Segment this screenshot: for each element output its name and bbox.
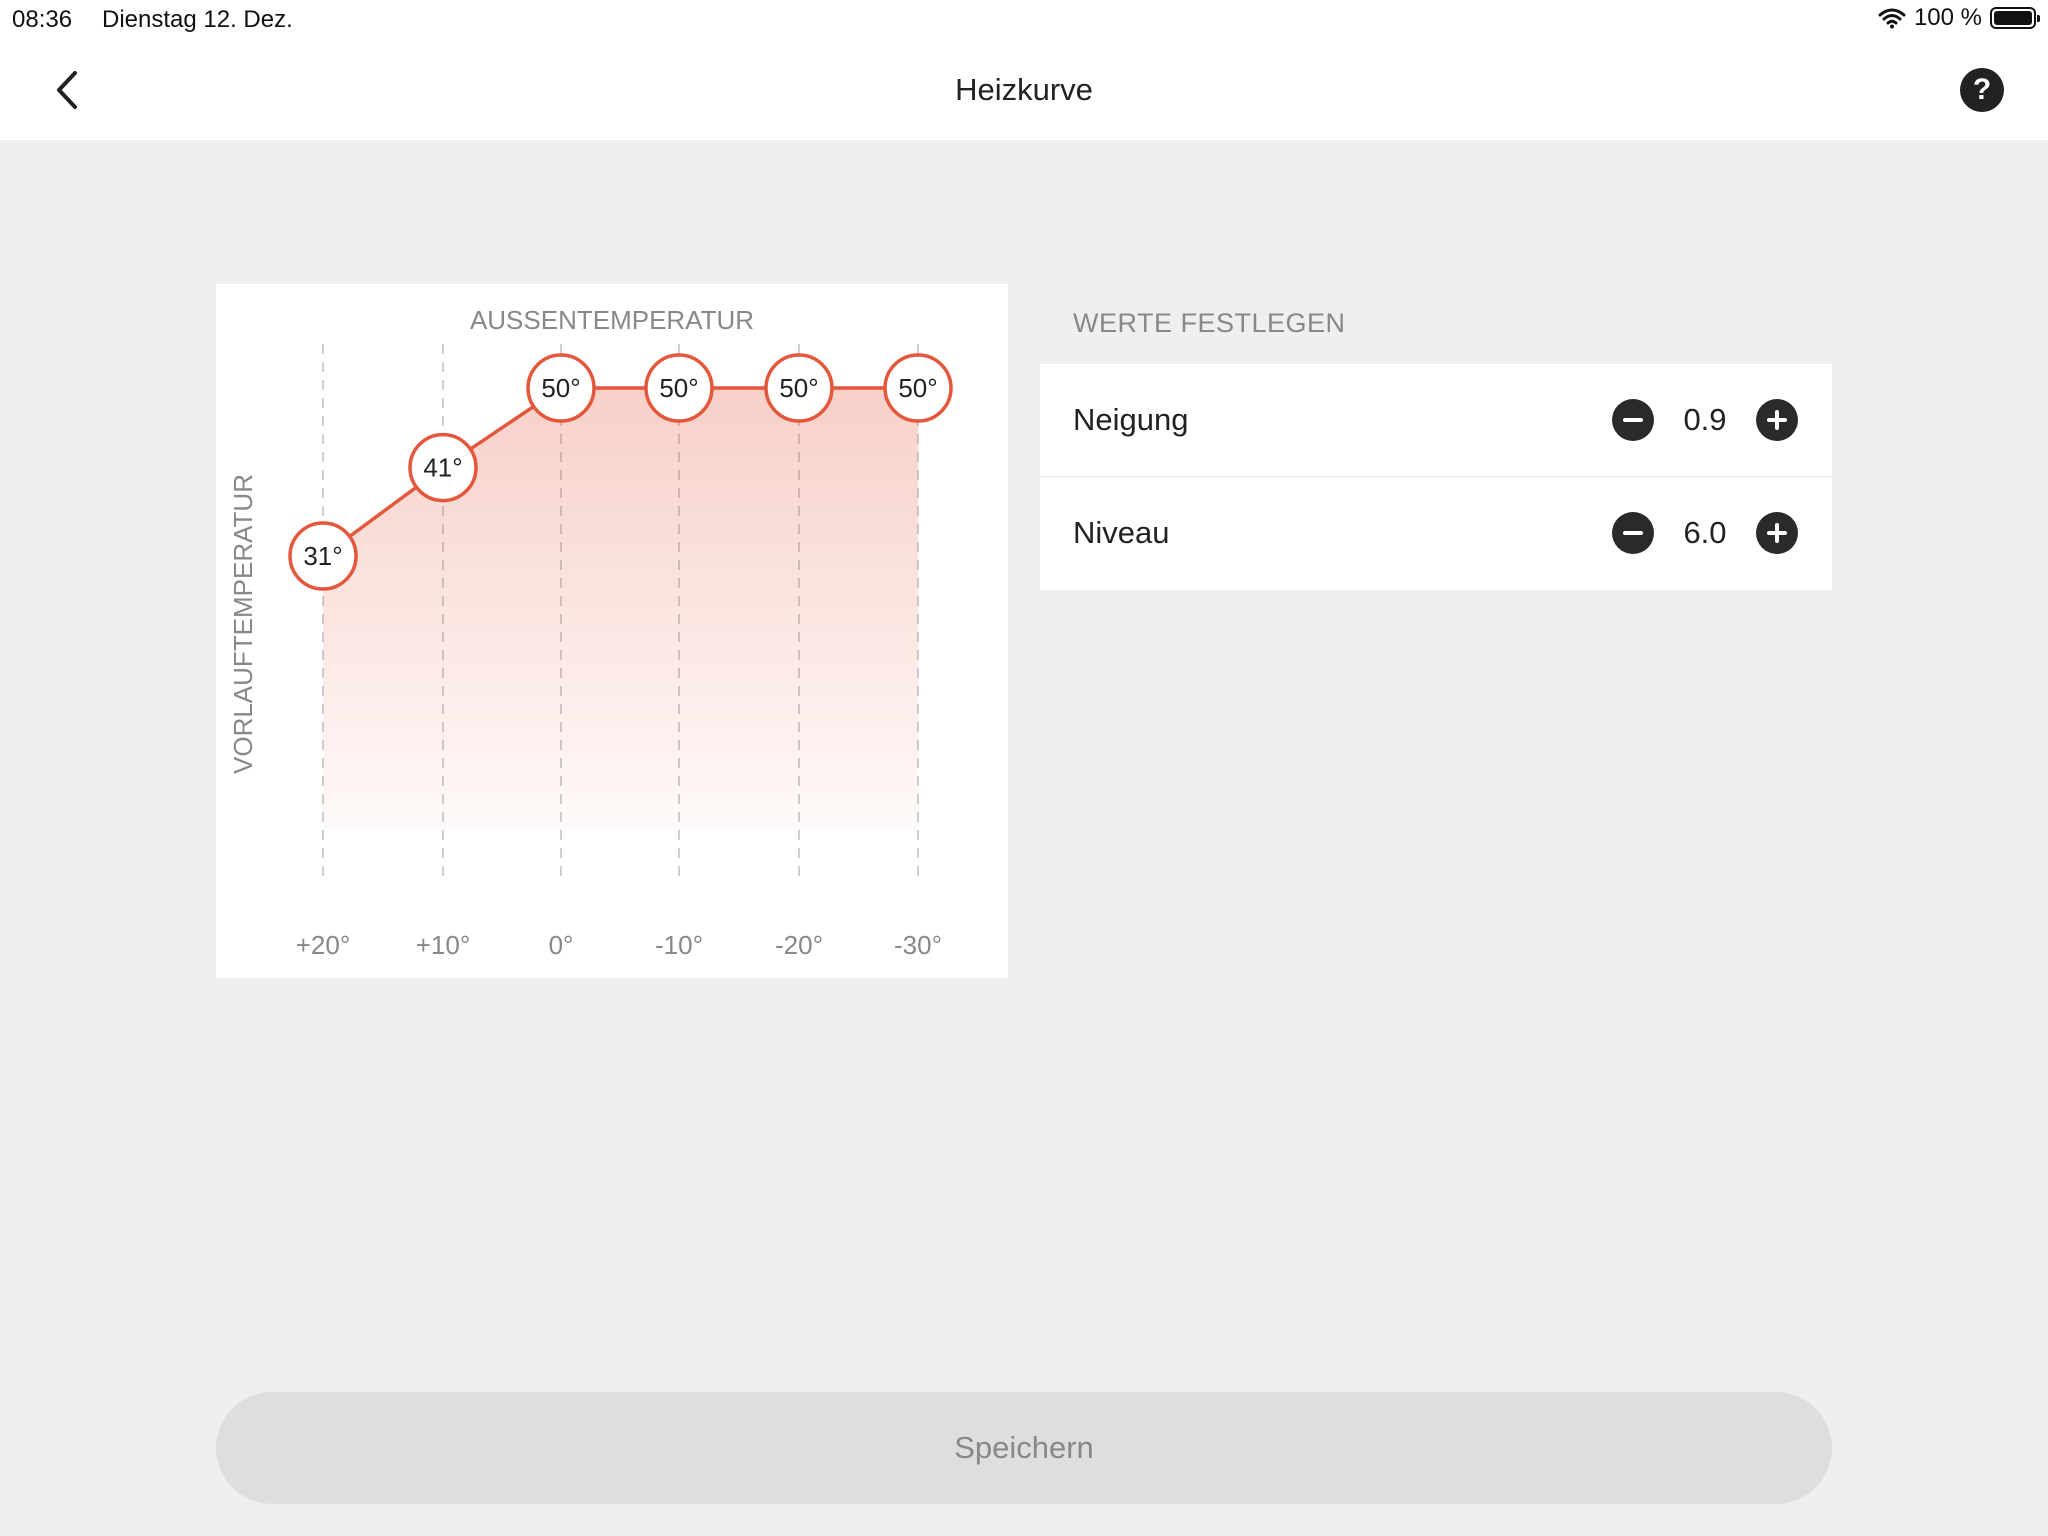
x-tick-label: 0° [549,930,574,960]
setting-label: Niveau [1073,515,1170,550]
neigung-value: 0.9 [1683,402,1727,437]
chart-side-label: VORLAUFTEMPERATUR [228,474,258,774]
curve-point[interactable]: 31° [288,521,358,591]
curve-point[interactable]: 50° [644,353,714,423]
status-bar: 08:36 Dienstag 12. Dez. 100 % [0,0,2048,40]
status-right: 100 % [1878,4,2040,32]
x-tick-label: -20° [775,930,823,960]
settings-card: Neigung 0.9 Niveau 6.0 [1040,364,1832,590]
question-circle-icon: ? [1972,73,1992,106]
curve-point-label: 50° [659,373,698,403]
setting-row-neigung: Neigung 0.9 [1040,364,1832,477]
curve-point-label: 50° [779,373,818,403]
battery-icon [1990,7,2040,29]
setting-row-niveau: Niveau 6.0 [1040,477,1832,589]
x-tick-label: +20° [296,930,351,960]
decrease-neigung-button[interactable] [1612,399,1654,441]
chart-canvas: AUSSENTEMPERATUR VORLAUFTEMPERATUR 31° 41… [228,305,953,960]
x-tick-label: +10° [416,930,471,960]
chart-top-label: AUSSENTEMPERATUR [470,305,754,335]
curve-point-label: 31° [303,541,342,571]
curve-point[interactable]: 50° [526,353,596,423]
status-time: 08:36 [12,6,73,33]
help-button[interactable]: ? [1960,68,2004,112]
curve-point-label: 41° [423,453,462,483]
settings-section-header: WERTE FESTLEGEN [1073,308,1346,338]
increase-niveau-button[interactable] [1756,512,1798,554]
x-tick-label: -10° [655,930,703,960]
navigation-bar: Heizkurve ? [0,40,2048,140]
battery-percent: 100 % [1913,4,1982,31]
curve-point-label: 50° [898,373,937,403]
curve-point[interactable]: 50° [764,353,834,423]
decrease-niveau-button[interactable] [1612,512,1654,554]
page-title: Heizkurve [955,72,1093,107]
increase-neigung-button[interactable] [1756,399,1798,441]
setting-label: Neigung [1073,402,1189,437]
curve-point[interactable]: 41° [408,432,478,503]
curve-point-label: 50° [541,373,580,403]
niveau-value: 6.0 [1683,515,1727,550]
x-tick-label: -30° [894,930,942,960]
curve-point[interactable]: 50° [883,353,953,423]
save-button[interactable]: Speichern [216,1392,1832,1504]
wifi-icon [1878,8,1906,29]
heating-curve-chart: AUSSENTEMPERATUR VORLAUFTEMPERATUR 31° 41… [216,284,1008,978]
status-date: Dienstag 12. Dez. [102,6,293,33]
